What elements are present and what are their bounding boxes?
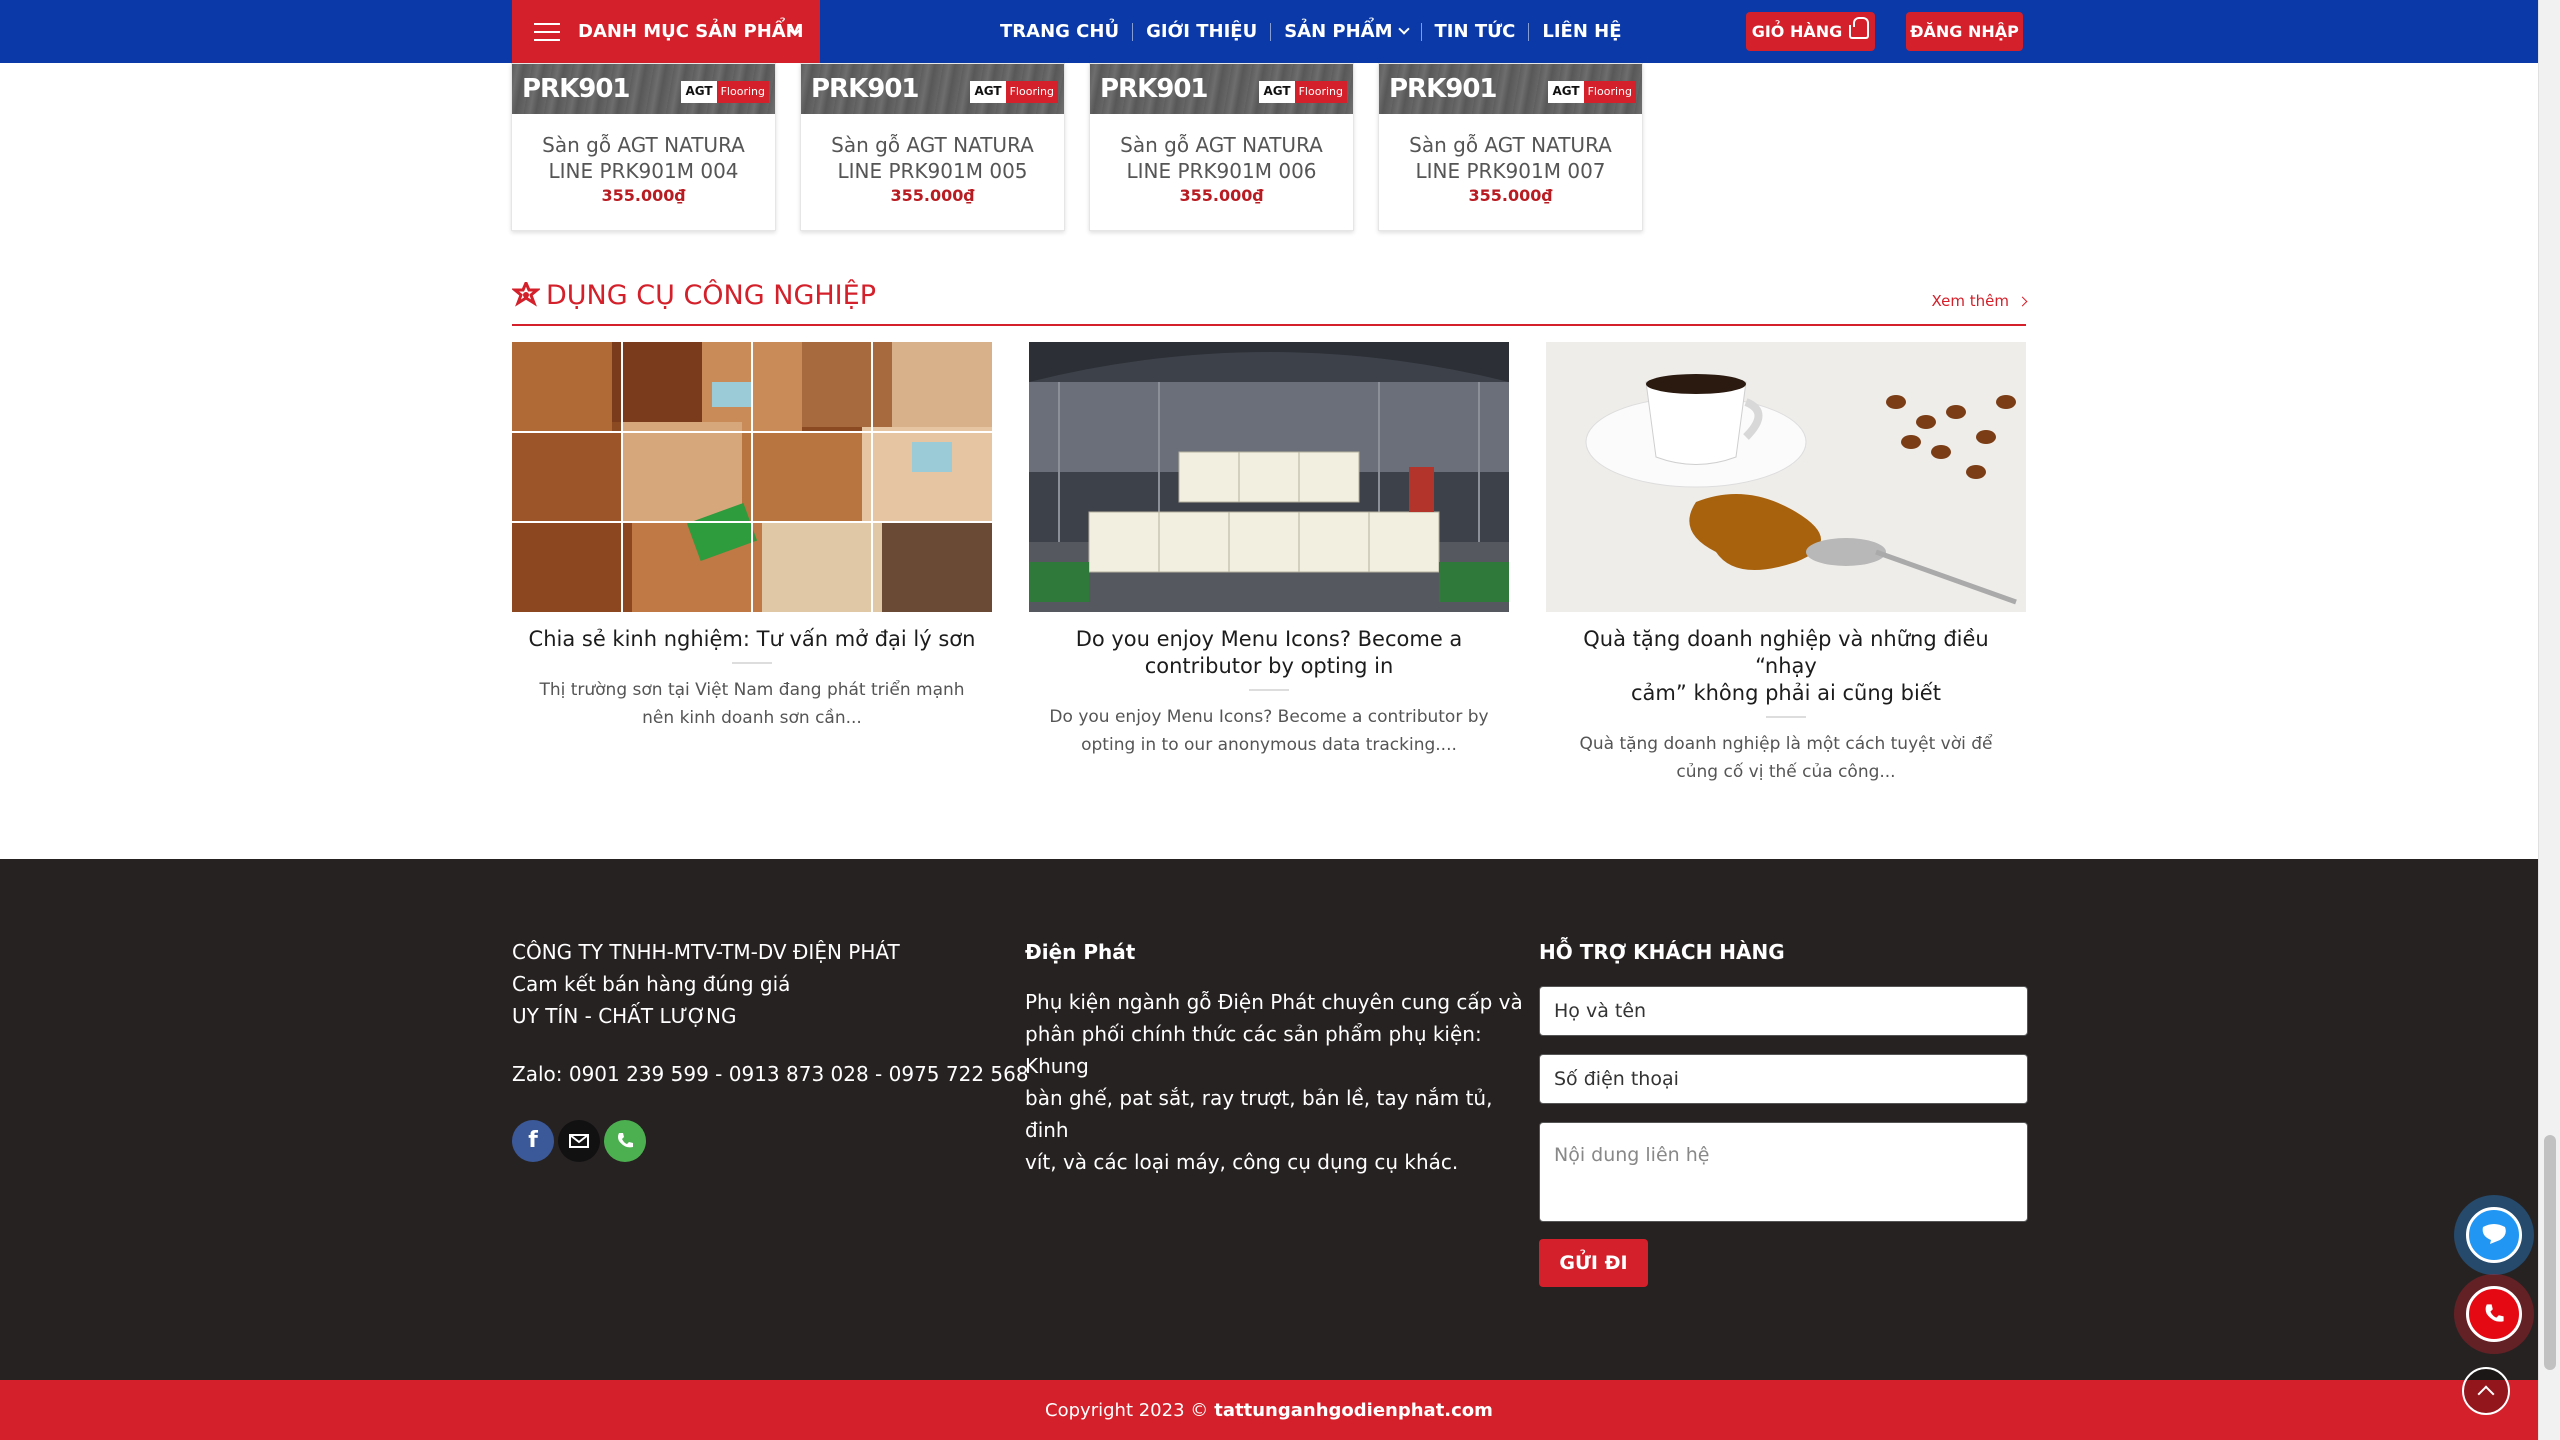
product-image[interactable]: PRK901 AGT Flooring [1379, 64, 1642, 114]
nav-products[interactable]: SẢN PHẨM [1271, 21, 1420, 42]
about-text: Phụ kiện ngành gỗ Điện Phát chuyên cung … [1025, 990, 1523, 1174]
company-slogan: Cam kết bán hàng đúng giá [512, 972, 791, 996]
copyright-site-link[interactable]: tattunganhgodienphat.com [1214, 1400, 1493, 1421]
phone-icon[interactable] [604, 1120, 646, 1162]
post-card[interactable]: Chia sẻ kinh nghiệm: Tư vấn mở đại lý sơ… [512, 342, 992, 732]
post-excerpt: Quà tặng doanh nghiệp là một cách tuyệt … [1579, 734, 1993, 782]
phone-field[interactable]: Số điện thoại [1539, 1054, 2028, 1104]
post-title[interactable]: Chia sẻ kinh nghiệm: Tư vấn mở đại lý sơ… [512, 626, 992, 653]
nav-products-label: SẢN PHẨM [1284, 21, 1393, 42]
social-links: f [512, 1120, 1029, 1162]
product-image[interactable]: PRK901 AGT Flooring [1090, 64, 1353, 114]
zalo-icon [2466, 1207, 2522, 1263]
page-scrollbar[interactable] [2538, 0, 2560, 1440]
product-image[interactable]: PRK901 AGT Flooring [512, 64, 775, 114]
product-code: PRK901 [1100, 74, 1208, 104]
site-footer: CÔNG TY TNHH-MTV-TM-DV ĐIỆN PHÁT Cam kết… [0, 859, 2538, 1380]
product-card[interactable]: PRK901 AGT Flooring Sàn gỗ AGT NATURA LINE… [511, 63, 776, 231]
cart-label: GIỎ HÀNG [1751, 22, 1843, 41]
product-name[interactable]: Sàn gỗ AGT NATURA LINE PRK901M 007 [1379, 132, 1642, 184]
nav-news[interactable]: TIN TỨC [1422, 21, 1529, 42]
view-more-link[interactable]: Xem thêm [1931, 292, 2028, 310]
call-button[interactable] [2454, 1274, 2534, 1354]
about-title: Điện Phát [1025, 940, 1136, 964]
section-title: DỤNG CỤ CÔNG NGHIỆP [512, 280, 876, 311]
product-name[interactable]: Sàn gỗ AGT NATURA LINE PRK901M 006 [1090, 132, 1353, 184]
email-icon[interactable] [558, 1120, 600, 1162]
post-image[interactable] [1546, 342, 2026, 612]
title-divider [1766, 716, 1806, 718]
login-button[interactable]: ĐĂNG NHẬP [1906, 12, 2023, 51]
nav-about[interactable]: GIỚI THIỆU [1133, 21, 1270, 42]
product-price: 355.000₫ [1468, 186, 1553, 205]
product-card[interactable]: PRK901 AGT Flooring Sàn gỗ AGT NATURA LINE… [1089, 63, 1354, 231]
hamburger-icon [534, 22, 560, 41]
back-to-top-button[interactable] [2462, 1367, 2510, 1415]
product-price: 355.000₫ [1179, 186, 1264, 205]
message-textarea[interactable]: Nội dung liên hệ [1539, 1122, 2028, 1222]
category-menu-label: DANH MỤC SẢN PHẨM [578, 21, 804, 42]
post-title[interactable]: Do you enjoy Menu Icons? Become a contrib… [1029, 626, 1509, 680]
product-code: PRK901 [811, 74, 919, 104]
post-excerpt: Do you enjoy Menu Icons? Become a contri… [1049, 707, 1489, 755]
coffee-cup-image [1546, 342, 2026, 612]
brand-logo: AGT Flooring [970, 81, 1058, 103]
section-header: DỤNG CỤ CÔNG NGHIỆP Xem thêm [512, 280, 2028, 326]
post-image[interactable] [512, 342, 992, 612]
post-title[interactable]: Quà tặng doanh nghiệp và những điều “nhạ… [1546, 626, 2026, 707]
facebook-icon[interactable]: f [512, 1120, 554, 1162]
product-code: PRK901 [522, 74, 630, 104]
copyright-bar: Copyright 2023 © tattunganhgodienphat.co… [0, 1380, 2538, 1440]
product-card[interactable]: PRK901 AGT Flooring Sàn gỗ AGT NATURA LINE… [800, 63, 1065, 231]
copyright-text: Copyright 2023 © [1045, 1399, 1209, 1421]
title-divider [1249, 689, 1289, 691]
send-button[interactable]: GỬI ĐI [1539, 1239, 1648, 1287]
post-excerpt: Thị trường sơn tại Việt Nam đang phát tr… [539, 680, 965, 728]
product-card[interactable]: PRK901 AGT Flooring Sàn gỗ AGT NATURA LINE… [1378, 63, 1643, 231]
title-divider [732, 662, 772, 664]
gear-icon [512, 281, 540, 307]
post-image[interactable] [1029, 342, 1509, 612]
chevron-right-icon [2017, 296, 2028, 306]
phone-icon [2466, 1286, 2522, 1342]
zalo-numbers: Zalo: 0901 239 599 - 0913 873 028 - 0975… [512, 1062, 1029, 1086]
post-card[interactable]: Quà tặng doanh nghiệp và những điều “nhạ… [1546, 342, 2026, 786]
product-price: 355.000₫ [601, 186, 686, 205]
support-title: HỖ TRỢ KHÁCH HÀNG [1539, 940, 1785, 964]
company-tagline: UY TÍN - CHẤT LƯỢNG [512, 1004, 737, 1028]
brand-logo: AGT Flooring [1548, 81, 1636, 103]
chevron-up-icon [2477, 1385, 2495, 1403]
nav-contact[interactable]: LIÊN HỆ [1529, 21, 1634, 42]
zalo-chat-button[interactable] [2454, 1195, 2534, 1275]
product-price: 355.000₫ [890, 186, 975, 205]
basket-icon [1849, 16, 1870, 39]
cart-button[interactable]: GIỎ HÀNG [1746, 12, 1875, 51]
view-more-label: Xem thêm [1931, 292, 2009, 310]
brand-logo: AGT Flooring [681, 81, 769, 103]
footer-company-info: CÔNG TY TNHH-MTV-TM-DV ĐIỆN PHÁT Cam kết… [512, 936, 1029, 1162]
name-field[interactable]: Họ và tên [1539, 986, 2028, 1036]
product-image[interactable]: PRK901 AGT Flooring [801, 64, 1064, 114]
footer-support-form: HỖ TRỢ KHÁCH HÀNG Họ và tên Số điện thoạ… [1539, 936, 2029, 1287]
scrollbar-thumb[interactable] [2544, 1135, 2556, 1370]
section-title-text: DỤNG CỤ CÔNG NGHIỆP [546, 280, 876, 311]
woodwork-collage-image [512, 342, 992, 612]
category-menu-button[interactable]: DANH MỤC SẢN PHẨM [512, 0, 820, 63]
post-card[interactable]: Do you enjoy Menu Icons? Become a contrib… [1029, 342, 1509, 759]
product-code: PRK901 [1389, 74, 1497, 104]
warehouse-image [1029, 342, 1509, 612]
footer-about: Điện Phát Phụ kiện ngành gỗ Điện Phát ch… [1025, 936, 1525, 1178]
chevron-down-icon [1397, 23, 1410, 35]
product-name[interactable]: Sàn gỗ AGT NATURA LINE PRK901M 004 [512, 132, 775, 184]
main-nav: TRANG CHỦ GIỚI THIỆU SẢN PHẨM TIN TỨC LI… [987, 0, 1635, 63]
product-name[interactable]: Sàn gỗ AGT NATURA LINE PRK901M 005 [801, 132, 1064, 184]
company-name: CÔNG TY TNHH-MTV-TM-DV ĐIỆN PHÁT [512, 940, 900, 964]
site-header: DANH MỤC SẢN PHẨM TRANG CHỦ GIỚI THIỆU S… [0, 0, 2538, 63]
nav-home[interactable]: TRANG CHỦ [987, 21, 1132, 42]
brand-logo: AGT Flooring [1259, 81, 1347, 103]
